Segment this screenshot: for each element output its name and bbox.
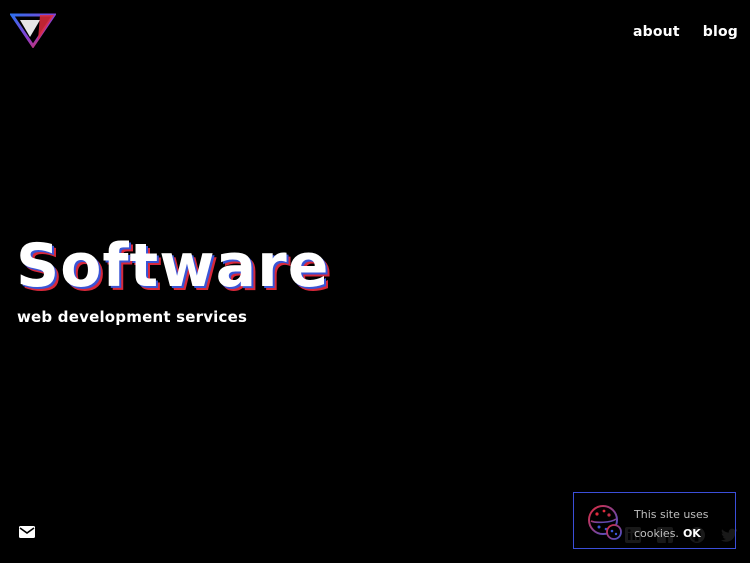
mail-icon[interactable] (18, 524, 36, 540)
hero-subtitle: web development services (17, 308, 248, 326)
logo[interactable] (9, 12, 57, 49)
hero: Software web development services (16, 232, 329, 326)
cookie-ok-button[interactable]: OK (683, 527, 701, 540)
main-nav: about blog (633, 24, 738, 40)
cookie-banner: This site uses cookies. OK (573, 492, 736, 549)
cookie-message: This site uses cookies. OK (634, 505, 724, 543)
nav-blog[interactable]: blog (703, 24, 738, 40)
cookie-icon (586, 503, 624, 541)
hero-title: Software (16, 231, 330, 301)
nav-about[interactable]: about (633, 24, 680, 40)
